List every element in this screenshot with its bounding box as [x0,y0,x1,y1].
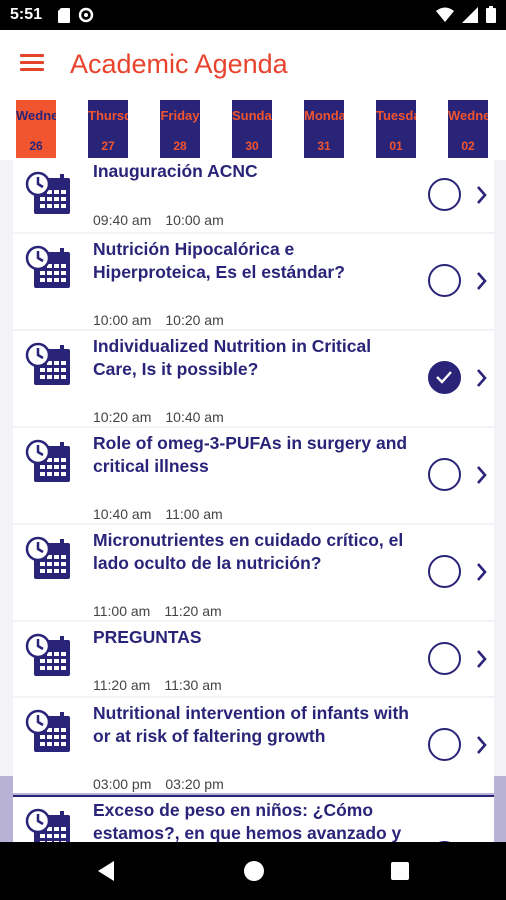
event-start-time: 09:40 am [93,212,152,228]
day-tab-number: 31 [317,139,331,153]
calendar-clock-icon [25,244,73,292]
event-title: Role of omeg-3-PUFAs in surgery and crit… [93,433,408,476]
calendar-clock-icon [25,341,73,389]
chevron-right-icon[interactable] [475,183,489,207]
chevron-right-icon[interactable] [475,560,489,584]
event-start-time: 11:20 am [93,677,151,693]
event-times: 03:00 pm 03:20 pm [93,776,224,792]
event-start-time: 11:00 am [93,603,151,619]
event-times: 10:00 am 10:20 am [93,312,224,328]
day-tab-number: 02 [461,139,475,153]
attend-checkbox[interactable] [428,264,461,297]
day-tabs: Wednesday 26 Thursday 27 Friday 28 Sunda… [0,100,506,259]
day-tab-number: 28 [173,139,187,153]
day-tab[interactable]: Thursday 27 [88,100,128,158]
event-title: PREGUNTAS [93,627,202,647]
event-end-time: 11:30 am [164,677,222,693]
event-title: Nutritional intervention of infants with… [93,703,409,746]
event-row[interactable]: Exceso de peso en niños: ¿Cómo estamos?,… [13,795,494,842]
back-triangle-icon[interactable] [96,860,116,887]
day-tab-name: Wednesday [16,108,56,123]
page-title: Academic Agenda [70,49,288,79]
event-start-time: 10:00 am [93,312,152,328]
chevron-right-icon[interactable] [475,647,489,671]
day-tab[interactable]: Wednesday 26 [16,100,56,158]
calendar-clock-icon [25,708,73,756]
battery-icon [486,6,496,28]
day-tab-name: Wednesday [448,108,488,123]
day-tab-number: 01 [389,139,403,153]
event-row[interactable]: Micronutrientes en cuidado crítico, el l… [13,525,494,620]
event-start-time: 10:20 am [93,409,152,425]
day-tab-number: 27 [101,139,115,153]
event-row[interactable]: Inauguración ACNC 09:40 am 10:00 am [13,160,494,232]
event-title: Inauguración ACNC [93,161,258,181]
event-list[interactable]: Inauguración ACNC 09:40 am 10:00 am Nutri… [0,160,506,842]
event-end-time: 11:00 am [165,506,223,522]
event-times: 10:20 am 10:40 am [93,409,224,425]
event-title: Nutrición Hipocalórica e Hiperproteica, … [93,239,345,282]
day-tab-name: Sunday [232,108,272,123]
calendar-clock-icon [25,807,73,842]
event-title: Exceso de peso en niños: ¿Cómo estamos?,… [93,800,402,842]
event-times: 10:40 am 11:00 am [93,506,223,522]
event-row[interactable]: Role of omeg-3-PUFAs in surgery and crit… [13,428,494,523]
chevron-right-icon[interactable] [475,733,489,757]
event-title: Individualized Nutrition in Critical Car… [93,336,372,379]
event-end-time: 03:20 pm [165,776,224,792]
day-tab-name: Thursday [88,108,128,123]
event-start-time: 10:40 am [93,506,152,522]
event-end-time: 10:20 am [165,312,224,328]
attend-checkbox[interactable] [428,642,461,675]
attend-checkbox[interactable] [428,458,461,491]
day-tab[interactable]: Sunday 30 [232,100,272,158]
calendar-clock-icon [25,438,73,486]
chevron-right-icon[interactable] [475,463,489,487]
event-times: 09:40 am 10:00 am [93,212,224,228]
event-row[interactable]: Nutritional intervention of infants with… [13,698,494,793]
event-row[interactable]: Individualized Nutrition in Critical Car… [13,331,494,426]
day-tab-number: 26 [29,139,43,153]
day-tab-number: 30 [245,139,259,153]
event-title: Micronutrientes en cuidado crítico, el l… [93,530,404,573]
data-saver-icon [78,7,94,28]
calendar-clock-icon [25,170,73,218]
wifi-icon [436,7,454,28]
day-tab[interactable]: Monday 31 [304,100,344,158]
event-end-time: 11:20 am [164,603,222,619]
day-tab-name: Monday [304,108,344,123]
system-nav-bar [0,842,506,900]
event-end-time: 10:40 am [165,409,224,425]
chevron-right-icon[interactable] [475,366,489,390]
event-end-time: 10:00 am [165,212,224,228]
event-row[interactable]: PREGUNTAS 11:20 am 11:30 am [13,622,494,696]
status-time: 5:51 [10,6,43,23]
attend-checkbox-checked[interactable] [428,361,461,394]
recents-square-icon[interactable] [390,861,410,886]
event-times: 11:20 am 11:30 am [93,677,222,693]
event-times: 11:00 am 11:20 am [93,603,222,619]
event-row[interactable]: Nutrición Hipocalórica e Hiperproteica, … [13,234,494,329]
calendar-clock-icon [25,632,73,680]
app-bar: Academic Agenda [0,30,506,100]
home-circle-icon[interactable] [243,860,265,887]
attend-checkbox[interactable] [428,555,461,588]
signal-icon [462,6,478,28]
day-tab[interactable]: Wednesday 02 [448,100,488,158]
calendar-clock-icon [25,535,73,583]
event-start-time: 03:00 pm [93,776,152,792]
attend-checkbox[interactable] [428,728,461,761]
day-tab-name: Friday [160,108,200,123]
chevron-right-icon[interactable] [475,269,489,293]
day-tab-name: Tuesday [376,108,416,123]
day-tab[interactable]: Friday 28 [160,100,200,158]
day-tab[interactable]: Tuesday 01 [376,100,416,158]
status-bar: 5:51 [0,0,506,30]
hamburger-menu-icon[interactable] [20,50,50,80]
attend-checkbox[interactable] [428,178,461,211]
sd-card-icon [58,7,70,28]
